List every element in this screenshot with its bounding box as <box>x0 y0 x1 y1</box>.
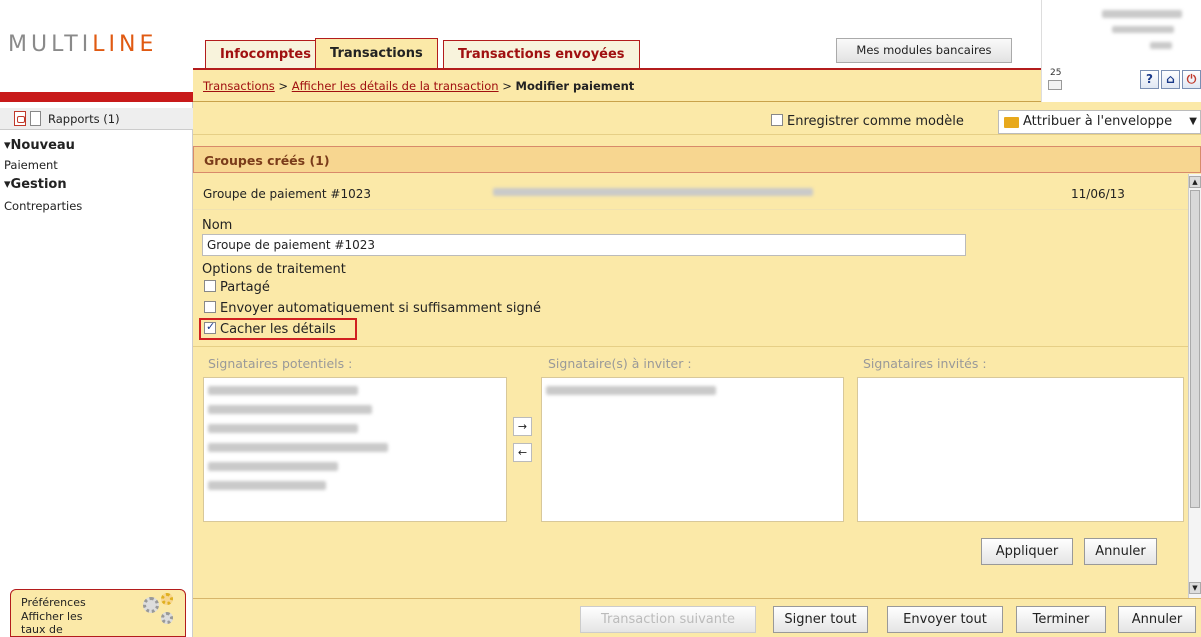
scroll-up-icon[interactable]: ▲ <box>1189 176 1201 188</box>
gear-icon <box>143 597 159 613</box>
group-name-input[interactable]: Groupe de paiement #1023 <box>202 234 966 256</box>
user-info-box: 25 ? ⌂ ⏻ <box>1041 0 1201 102</box>
exchange-rates-link[interactable]: Afficher les taux de change <box>21 610 101 637</box>
highlight-frame <box>199 318 357 340</box>
folder-icon <box>1004 117 1019 128</box>
finish-button[interactable]: Terminer <box>1016 606 1106 633</box>
section-title: Groupes créés (1) <box>204 153 330 168</box>
gear-icon <box>161 612 173 624</box>
option-shared[interactable]: Partagé <box>204 280 270 295</box>
sun-icon <box>161 593 173 605</box>
nav-section-label: Nouveau <box>10 138 75 153</box>
invited-signers-list[interactable] <box>857 377 1184 522</box>
banking-modules-button[interactable]: Mes modules bancaires <box>836 38 1012 63</box>
breadcrumb-separator: > <box>274 79 292 93</box>
user-company-redacted <box>1112 26 1174 33</box>
potential-signers-label: Signataires potentiels : <box>208 356 353 371</box>
user-id-redacted <box>1150 42 1172 49</box>
group-title: Groupe de paiement #1023 <box>203 187 372 201</box>
send-all-button[interactable]: Envoyer tout <box>887 606 1003 633</box>
nav-section-gestion[interactable]: ▾Gestion <box>4 177 67 192</box>
next-transaction-button[interactable]: Transaction suivante <box>580 606 756 633</box>
checkbox[interactable] <box>204 280 216 292</box>
breadcrumb-separator: > <box>498 79 516 93</box>
scroll-thumb[interactable] <box>1190 190 1200 508</box>
list-item[interactable] <box>208 405 372 414</box>
add-signer-button[interactable]: → <box>513 417 532 436</box>
list-item[interactable] <box>208 386 358 395</box>
reports-label: Rapports (1) <box>48 112 120 126</box>
list-item[interactable] <box>208 424 358 433</box>
sidebar-item-contreparties[interactable]: Contreparties <box>4 199 82 213</box>
cancel-all-button[interactable]: Annuler <box>1118 606 1196 633</box>
option-auto-send[interactable]: Envoyer automatiquement si suffisamment … <box>204 301 541 316</box>
breadcrumb-current: Modifier paiement <box>515 79 635 93</box>
cancel-button[interactable]: Annuler <box>1084 538 1157 565</box>
remove-signer-button[interactable]: ← <box>513 443 532 462</box>
group-header-row[interactable]: Groupe de paiement #1023 11/06/13 <box>193 174 1188 210</box>
scroll-down-icon[interactable]: ▼ <box>1189 582 1201 594</box>
invited-signers-label: Signataires invités : <box>863 356 987 371</box>
multiline-logo: MULTILINE <box>8 32 158 57</box>
sign-all-button[interactable]: Signer tout <box>773 606 868 633</box>
mail-icon[interactable] <box>1048 80 1062 90</box>
potential-signers-list[interactable] <box>203 377 507 522</box>
list-item[interactable] <box>546 386 716 395</box>
assign-envelope-dropdown[interactable]: Attribuer à l'enveloppe ▼ <box>998 110 1201 134</box>
group-description-redacted <box>493 188 813 196</box>
help-icon[interactable]: ? <box>1140 70 1159 89</box>
checkbox[interactable] <box>204 301 216 313</box>
save-as-template-label: Enregistrer comme modèle <box>787 114 964 129</box>
mail-count: 25 <box>1050 68 1062 78</box>
list-item[interactable] <box>208 481 326 490</box>
caret-down-icon: ▼ <box>1189 116 1197 127</box>
signers-area: Signataires potentiels : Signataire(s) à… <box>193 346 1188 532</box>
tab-transactions[interactable]: Transactions <box>315 38 438 69</box>
document-icon <box>30 111 41 126</box>
user-name-redacted <box>1102 10 1182 18</box>
reports-link[interactable]: Rapports (1) <box>0 108 193 130</box>
options-bar: Enregistrer comme modèle Attribuer à l'e… <box>193 108 1201 135</box>
vertical-scrollbar[interactable]: ▲ ▼ <box>1188 174 1201 598</box>
breadcrumb-link-details[interactable]: Afficher les détails de la transaction <box>292 79 499 93</box>
main-content: Enregistrer comme modèle Attribuer à l'e… <box>193 102 1201 637</box>
option-auto-send-label: Envoyer automatiquement si suffisamment … <box>220 301 541 316</box>
tab-infocomptes[interactable]: Infocomptes <box>205 40 326 69</box>
preferences-link[interactable]: Préférences <box>21 596 86 609</box>
breadcrumb: Transactions > Afficher les détails de l… <box>203 79 634 93</box>
tab-transactions-envoyees[interactable]: Transactions envoyées <box>443 40 640 69</box>
save-as-template-checkbox[interactable]: Enregistrer comme modèle <box>771 114 964 129</box>
sidebar-item-paiement[interactable]: Paiement <box>4 158 58 172</box>
logo-underline <box>0 92 193 102</box>
apply-button[interactable]: Appliquer <box>981 538 1073 565</box>
section-header-groups: Groupes créés (1) <box>193 146 1201 173</box>
breadcrumb-link-transactions[interactable]: Transactions <box>203 79 275 93</box>
nav-section-label: Gestion <box>10 177 67 192</box>
footer-action-bar: Transaction suivante Signer tout Envoyer… <box>193 598 1201 637</box>
left-sidebar: Rapports (1) ▾Nouveau Paiement ▾Gestion … <box>0 102 193 637</box>
logout-icon[interactable]: ⏻ <box>1182 70 1201 89</box>
group-date: 11/06/13 <box>1071 187 1125 201</box>
home-icon[interactable]: ⌂ <box>1161 70 1180 89</box>
signers-to-invite-label: Signataire(s) à inviter : <box>548 356 692 371</box>
processing-options-label: Options de traitement <box>202 262 346 277</box>
signers-to-invite-list[interactable] <box>541 377 844 522</box>
option-shared-label: Partagé <box>220 280 270 295</box>
breadcrumb-bar: Transactions > Afficher les détails de l… <box>193 70 1041 102</box>
checkbox[interactable] <box>771 114 783 126</box>
list-item[interactable] <box>208 462 338 471</box>
pdf-icon <box>14 111 26 126</box>
list-item[interactable] <box>208 443 388 452</box>
name-label: Nom <box>202 218 233 233</box>
assign-envelope-label: Attribuer à l'enveloppe <box>1023 114 1173 129</box>
nav-section-nouveau[interactable]: ▾Nouveau <box>4 138 75 153</box>
preferences-box: Préférences Afficher les taux de change <box>10 589 186 637</box>
group-panel: Groupe de paiement #1023 11/06/13 Nom Gr… <box>193 174 1188 637</box>
